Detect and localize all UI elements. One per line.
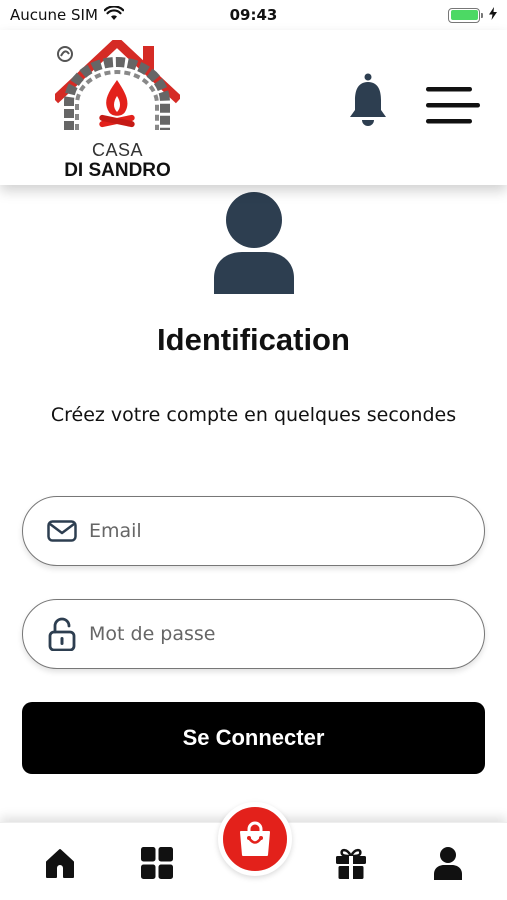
gift-icon	[336, 848, 366, 879]
tab-account[interactable]	[430, 845, 466, 881]
status-bar: Aucune SIM 09:43	[0, 0, 507, 30]
password-input[interactable]	[89, 623, 449, 645]
password-field[interactable]	[22, 599, 485, 669]
page-title: Identification	[157, 322, 350, 357]
tab-gifts[interactable]	[333, 845, 369, 881]
tab-home[interactable]	[42, 845, 78, 881]
carrier-label: Aucune SIM	[10, 6, 98, 24]
casa-di-sandro-logo[interactable]: CASA DI SANDRO	[51, 35, 183, 181]
home-icon	[46, 849, 74, 878]
page-subtitle: Créez votre compte en quelques secondes	[50, 404, 457, 426]
envelope-icon	[45, 514, 79, 548]
status-right	[448, 6, 497, 24]
login-button[interactable]: Se Connecter	[22, 702, 485, 774]
email-field[interactable]	[22, 496, 485, 566]
email-input[interactable]	[89, 520, 449, 542]
battery-icon	[448, 7, 483, 23]
grid-icon	[141, 847, 173, 879]
tab-categories[interactable]	[139, 845, 175, 881]
hamburger-menu-icon[interactable]	[424, 85, 482, 127]
charging-icon	[489, 6, 497, 24]
wifi-icon	[103, 4, 125, 25]
logo-text-di-sandro: DI SANDRO	[64, 160, 171, 181]
cart-button[interactable]	[218, 802, 292, 876]
app-header: CASA DI SANDRO	[0, 30, 507, 185]
shopping-bag-icon	[240, 821, 270, 856]
logo-text-casa: CASA	[91, 140, 144, 160]
logo-house-icon	[51, 35, 183, 130]
unlock-icon	[45, 617, 79, 651]
notification-bell-icon[interactable]	[348, 72, 388, 128]
status-left: Aucune SIM	[10, 4, 125, 25]
user-icon	[434, 847, 462, 880]
user-avatar-icon	[212, 190, 296, 294]
